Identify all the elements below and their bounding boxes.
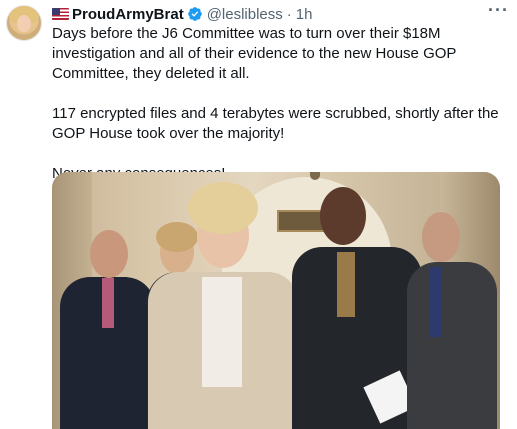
avatar[interactable]	[6, 5, 42, 41]
tweet-header: ProudArmyBrat @leslibless · 1h	[52, 4, 505, 24]
more-options-icon[interactable]: ···	[488, 0, 509, 21]
display-name[interactable]: ProudArmyBrat	[72, 6, 184, 23]
photo-door-sign	[277, 210, 325, 232]
us-flag-icon	[52, 8, 69, 20]
tweet[interactable]: ProudArmyBrat @leslibless · 1h ··· Days …	[0, 0, 517, 429]
tweet-paragraph: Days before the J6 Committee was to turn…	[52, 25, 457, 82]
tweet-photo[interactable]	[52, 172, 500, 429]
handle[interactable]: @leslibless	[207, 6, 283, 23]
verified-badge-icon	[187, 7, 202, 21]
separator-dot: ·	[286, 5, 292, 23]
timestamp[interactable]: 1h	[296, 6, 313, 23]
tweet-paragraph: 117 encrypted files and 4 terabytes were…	[52, 105, 499, 142]
